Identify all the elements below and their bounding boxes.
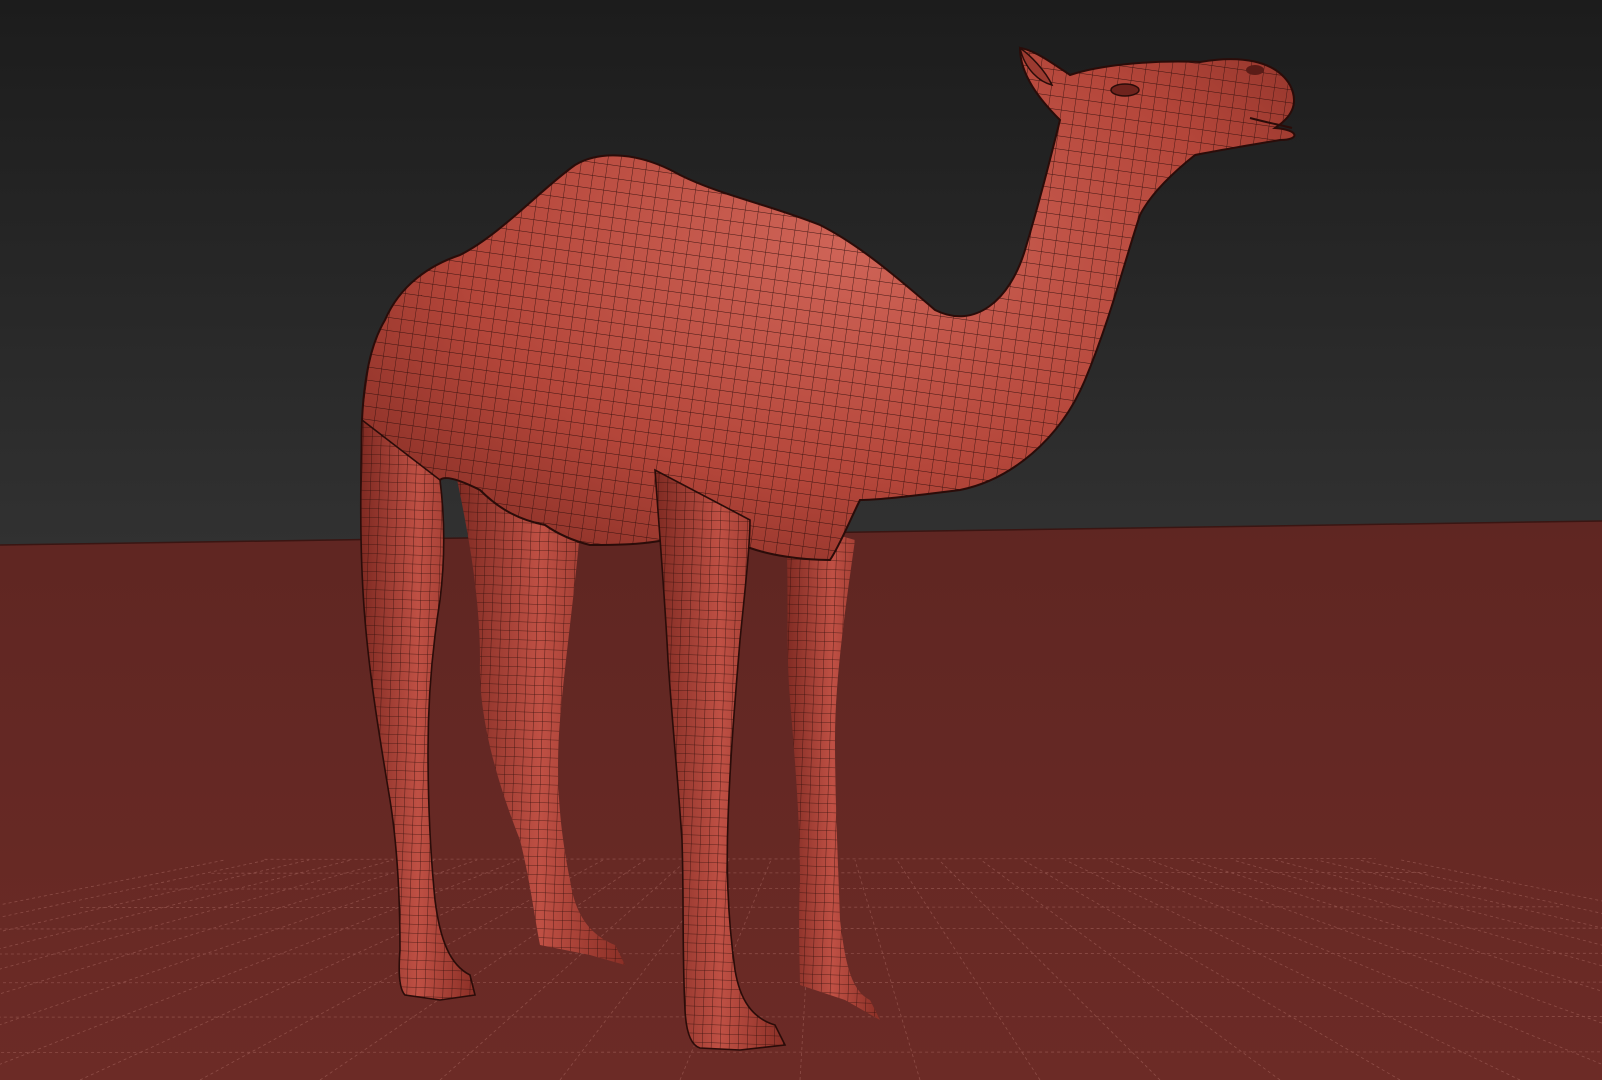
3d-viewport[interactable] bbox=[0, 0, 1602, 1080]
camel-eye bbox=[1110, 83, 1140, 97]
viewport-canvas[interactable] bbox=[0, 0, 1602, 1080]
camel-nostril bbox=[1246, 65, 1264, 75]
